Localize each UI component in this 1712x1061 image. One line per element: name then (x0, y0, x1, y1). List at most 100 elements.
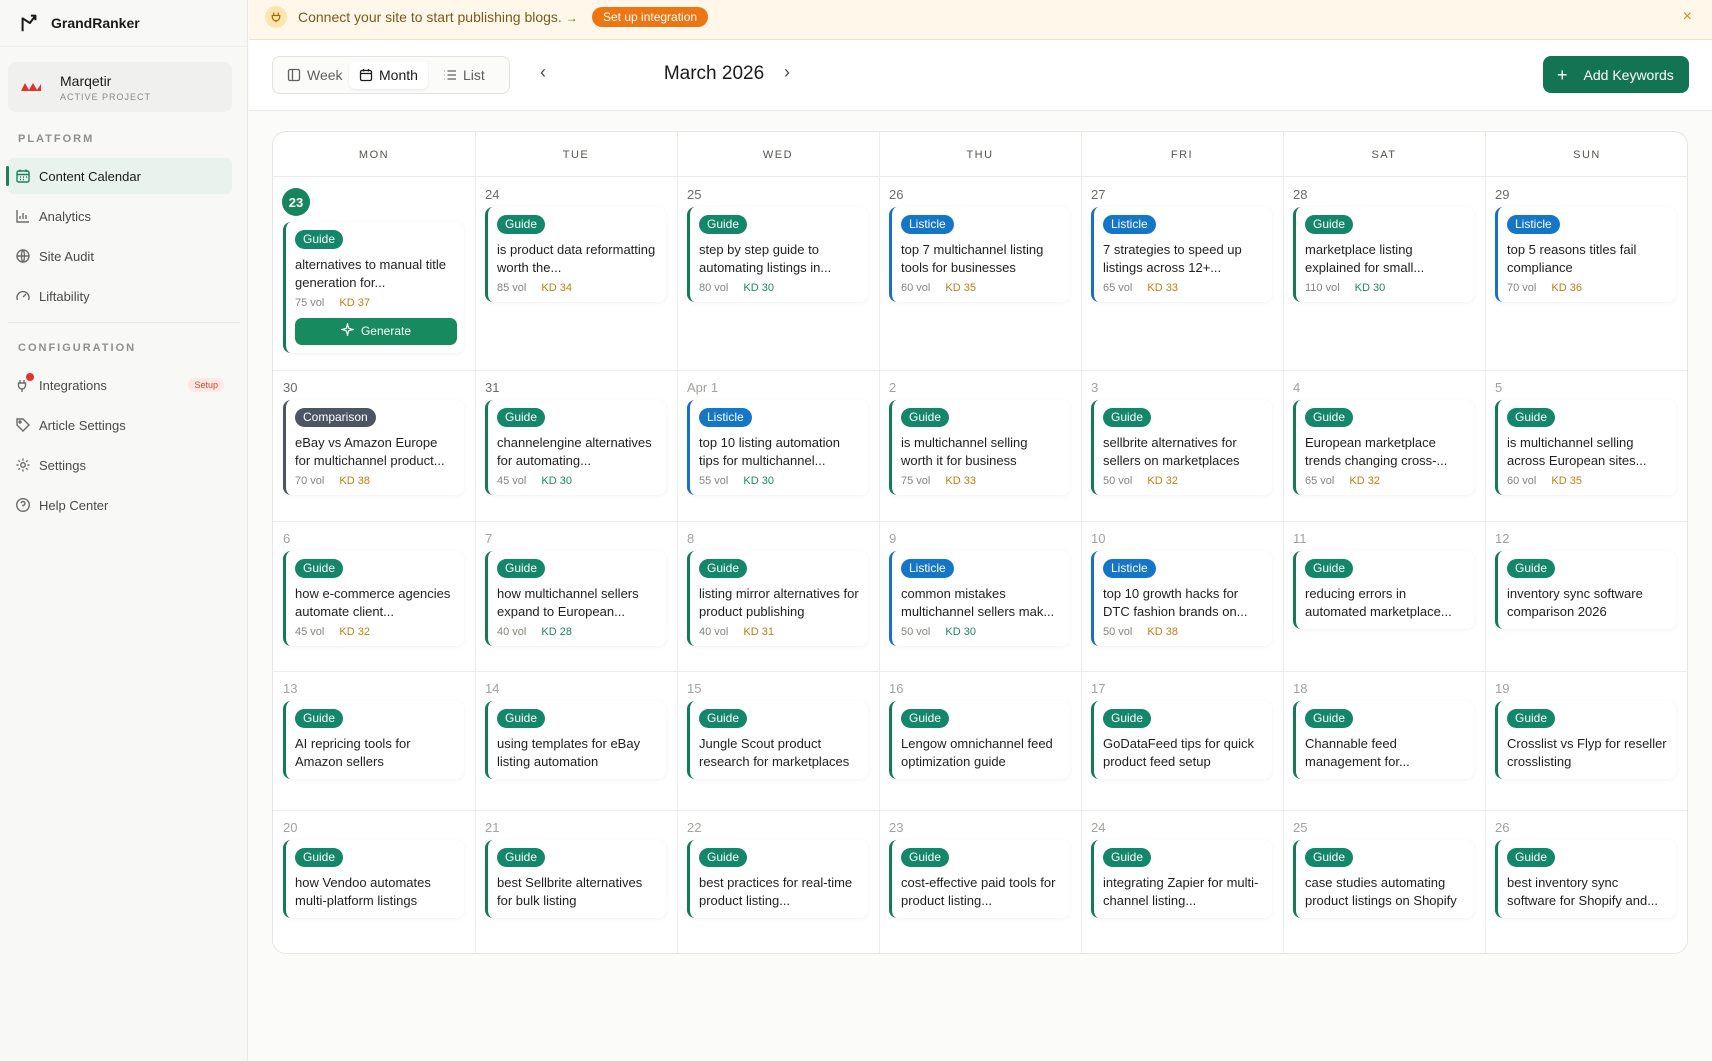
article-card[interactable]: Listicle top 5 reasons titles fail compli… (1495, 207, 1676, 302)
article-title: listing mirror alternatives for product … (699, 585, 859, 619)
day-cell[interactable]: 16 Guide Lengow omnichannel feed optimizat… (879, 671, 1081, 810)
day-cell[interactable]: 3 Guide sellbrite alternatives for sellers… (1081, 370, 1283, 521)
day-cell[interactable]: 12 Guide inventory sync software compariso… (1485, 521, 1687, 671)
article-card[interactable]: Guide Crosslist vs Flyp for reseller cros… (1495, 701, 1676, 779)
day-cell[interactable]: 19 Guide Crosslist vs Flyp for reseller cr… (1485, 671, 1687, 810)
day-cell[interactable]: 21 Guide best Sellbrite alternatives for b… (475, 810, 677, 953)
article-card[interactable]: Comparison eBay vs Amazon Europe for mult… (283, 400, 464, 495)
article-card[interactable]: Guide channelengine alternatives for auto… (485, 400, 666, 495)
day-cell[interactable]: 14 Guide using templates for eBay listing … (475, 671, 677, 810)
day-cell[interactable]: 2 Guide is multichannel selling worth it f… (879, 370, 1081, 521)
day-cell[interactable]: 24 Guide integrating Zapier for multi-chan… (1081, 810, 1283, 953)
day-cell[interactable]: 26 Listicle top 7 multichannel listing too… (879, 177, 1081, 370)
close-icon[interactable]: × (1683, 8, 1692, 26)
app-name: GrandRanker (51, 15, 140, 31)
article-card[interactable]: Guide alternatives to manual title genera… (283, 222, 464, 353)
day-cell[interactable]: 4 Guide European marketplace trends changi… (1283, 370, 1485, 521)
day-cell[interactable]: 25 Guide case studies automating product l… (1283, 810, 1485, 953)
article-card[interactable]: Guide using templates for eBay listing au… (485, 701, 666, 779)
day-cell[interactable]: Apr 1 Listicle top 10 listing automation t… (677, 370, 879, 521)
day-cell[interactable]: 18 Guide Channable feed management for... (1283, 671, 1485, 810)
article-card[interactable]: Guide case studies automating product lis… (1293, 840, 1474, 918)
add-keywords-button[interactable]: + Add Keywords (1543, 56, 1689, 93)
day-cell[interactable]: 31 Guide channelengine alternatives for au… (475, 370, 677, 521)
article-card[interactable]: Guide is multichannel selling worth it fo… (889, 400, 1070, 495)
article-card[interactable]: Guide Channable feed management for... (1293, 701, 1474, 779)
article-card[interactable]: Guide marketplace listing explained for s… (1293, 207, 1474, 302)
day-cell[interactable]: 20 Guide how Vendoo automates multi-platfo… (273, 810, 475, 953)
day-cell[interactable]: 5 Guide is multichannel selling across Eur… (1485, 370, 1687, 521)
day-cell[interactable]: 13 Guide AI repricing tools for Amazon sel… (273, 671, 475, 810)
day-cell[interactable]: 23 Guide cost-effective paid tools for pro… (879, 810, 1081, 953)
article-card[interactable]: Guide is product data reformatting worth … (485, 207, 666, 302)
article-card[interactable]: Guide inventory sync software comparison … (1495, 551, 1676, 629)
day-cell[interactable]: 24 Guide is product data reformatting wort… (475, 177, 677, 370)
article-card[interactable]: Guide how Vendoo automates multi-platform… (283, 840, 464, 918)
sidebar-item-label: Content Calendar (39, 168, 141, 184)
day-cell[interactable]: 25 Guide step by step guide to automating … (677, 177, 879, 370)
sidebar-item-site-audit[interactable]: Site Audit (8, 238, 232, 274)
setup-badge: Setup (188, 378, 224, 392)
sidebar-item-integrations[interactable]: Integrations Setup (8, 367, 232, 403)
article-card[interactable]: Listicle top 10 growth hacks for DTC fash… (1091, 551, 1272, 646)
article-card[interactable]: Guide best inventory sync software for Sh… (1495, 840, 1676, 918)
day-cell[interactable]: 23 Guide alternatives to manual title gene… (273, 177, 475, 370)
day-cell[interactable]: 11 Guide reducing errors in automated mark… (1283, 521, 1485, 671)
day-cell[interactable]: 8 Guide listing mirror alternatives for pr… (677, 521, 879, 671)
day-cell[interactable]: 9 Listicle common mistakes multichannel se… (879, 521, 1081, 671)
keyword-metrics: 75 vol KD 33 (901, 475, 1062, 487)
article-card[interactable]: Guide listing mirror alternatives for pro… (687, 551, 868, 646)
day-cell[interactable]: 29 Listicle top 5 reasons titles fail comp… (1485, 177, 1687, 370)
article-card[interactable]: Guide how e-commerce agencies automate cl… (283, 551, 464, 646)
generate-button[interactable]: Generate (295, 317, 457, 345)
day-cell[interactable]: 17 Guide GoDataFeed tips for quick product… (1081, 671, 1283, 810)
project-switcher[interactable]: Marqetir ACTIVE PROJECT (8, 62, 232, 112)
article-card[interactable]: Guide best practices for real-time produc… (687, 840, 868, 918)
article-card[interactable]: Guide cost-effective paid tools for produ… (889, 840, 1070, 918)
day-cell[interactable]: 6 Guide how e-commerce agencies automate c… (273, 521, 475, 671)
sidebar-item-article-settings[interactable]: Article Settings (8, 407, 232, 443)
sidebar-item-settings[interactable]: Settings (8, 447, 232, 483)
sidebar-item-analytics[interactable]: Analytics (8, 198, 232, 234)
article-card[interactable]: Guide how multichannel sellers expand to … (485, 551, 666, 646)
article-card[interactable]: Guide AI repricing tools for Amazon selle… (283, 701, 464, 779)
article-card[interactable]: Listicle top 10 listing automation tips f… (687, 400, 868, 495)
day-cell[interactable]: 30 Comparison eBay vs Amazon Europe for mu… (273, 370, 475, 521)
article-card[interactable]: Guide European marketplace trends changin… (1293, 400, 1474, 495)
day-cell[interactable]: 7 Guide how multichannel sellers expand to… (475, 521, 677, 671)
article-card[interactable]: Guide is multichannel selling across Euro… (1495, 400, 1676, 495)
sidebar-item-liftability[interactable]: Liftability (8, 278, 232, 314)
article-card[interactable]: Guide Lengow omnichannel feed optimizatio… (889, 701, 1070, 779)
article-card[interactable]: Listicle common mistakes multichannel sel… (889, 551, 1070, 646)
day-number: 10 (1091, 531, 1106, 546)
article-type-tag: Guide (901, 408, 950, 427)
previous-month-button[interactable]: ‹ (540, 62, 546, 83)
list-view-button[interactable]: List (433, 61, 495, 89)
article-card[interactable]: Guide integrating Zapier for multi-channe… (1091, 840, 1272, 918)
article-card[interactable]: Guide reducing errors in automated market… (1293, 551, 1474, 629)
day-cell[interactable]: 22 Guide best practices for real-time prod… (677, 810, 879, 953)
banner-message: Connect your site to start publishing bl… (298, 9, 562, 25)
day-cell[interactable]: 10 Listicle top 10 growth hacks for DTC fa… (1081, 521, 1283, 671)
sidebar-item-content-calendar[interactable]: Content Calendar (6, 158, 232, 194)
day-cell[interactable]: 26 Guide best inventory sync software for … (1485, 810, 1687, 953)
article-card[interactable]: Listicle top 7 multichannel listing tools… (889, 207, 1070, 302)
sidebar-item-label: Help Center (39, 497, 109, 513)
day-cell[interactable]: 15 Guide Jungle Scout product research for… (677, 671, 879, 810)
article-card[interactable]: Guide GoDataFeed tips for quick product f… (1091, 701, 1272, 779)
article-card[interactable]: Guide sellbrite alternatives for sellers … (1091, 400, 1272, 495)
article-card[interactable]: Listicle 7 strategies to speed up listing… (1091, 207, 1272, 302)
article-card[interactable]: Guide step by step guide to automating li… (687, 207, 868, 302)
week-view-button[interactable]: Week (277, 61, 353, 89)
setup-integration-button[interactable]: Set up integration (592, 7, 709, 27)
article-card[interactable]: Guide Jungle Scout product research for m… (687, 701, 868, 779)
app-logo[interactable]: GrandRanker (18, 10, 140, 36)
month-view-button[interactable]: Month (349, 61, 428, 89)
day-cell[interactable]: 27 Listicle 7 strategies to speed up listi… (1081, 177, 1283, 370)
sidebar-item-help-center[interactable]: Help Center (8, 487, 232, 523)
article-card[interactable]: Guide best Sellbrite alternatives for bul… (485, 840, 666, 918)
keyword-metrics: 40 vol KD 31 (699, 626, 860, 638)
next-month-button[interactable]: › (784, 62, 790, 83)
article-title: using templates for eBay listing automat… (497, 735, 641, 769)
day-cell[interactable]: 28 Guide marketplace listing explained for… (1283, 177, 1485, 370)
